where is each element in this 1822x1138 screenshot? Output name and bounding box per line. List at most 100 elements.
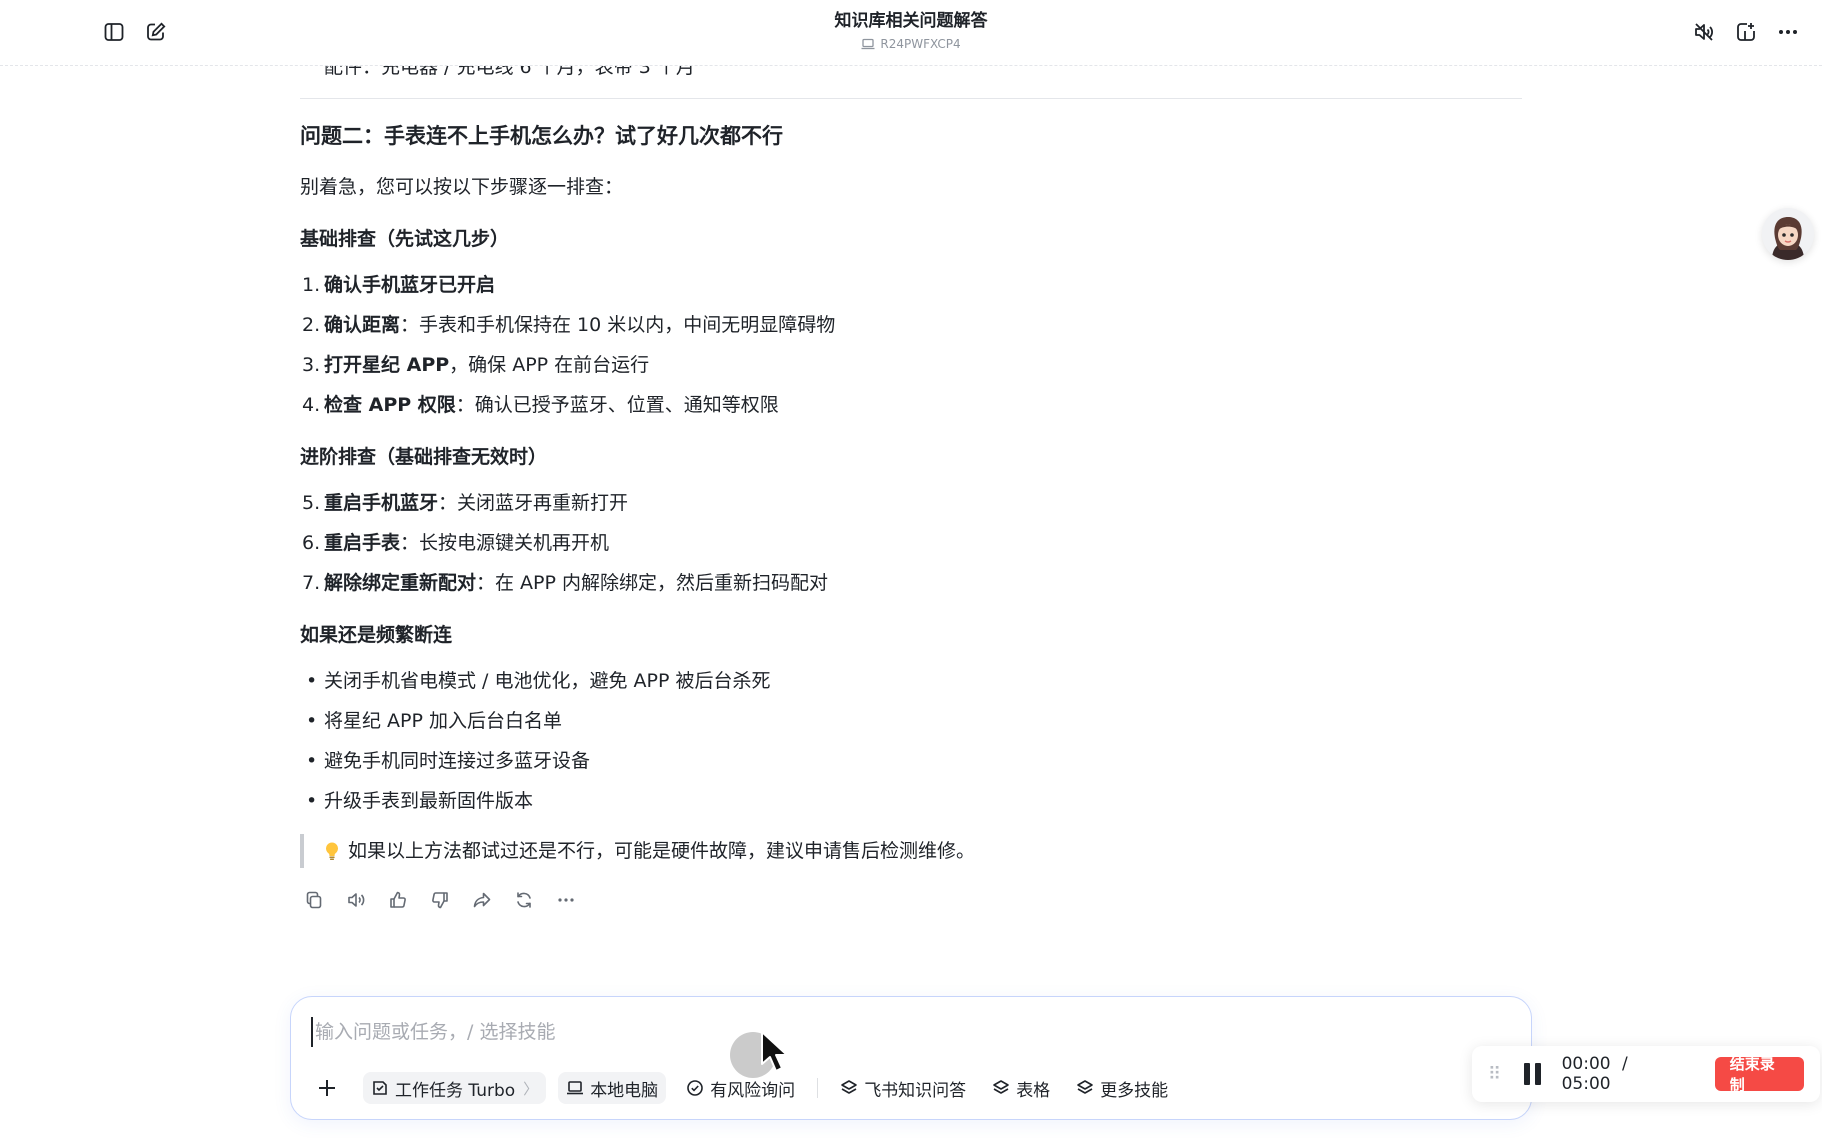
list-number: 6. [302,532,321,554]
list-number: 7. [302,572,321,594]
list-item: 5. 重启手机蓝牙：关闭蓝牙再重新打开 [300,490,1522,516]
total-time: 05:00 [1561,1074,1611,1094]
screen-recorder: ⠿ 00:00 / 05:00 结束录制 [1472,1046,1820,1102]
window-add-icon [1735,21,1757,43]
bullet-text: 关闭手机省电模式 / 电池优化，避免 APP 被后台杀死 [324,670,771,692]
list-item-bold: 重启手机蓝牙 [324,492,439,514]
chat-input-box: 工作任务 Turbo 〉 本地电脑 有风险询问 飞书知识问答 表格 [290,996,1532,1120]
skill-kb-label: 飞书知识问答 [864,1080,967,1101]
pause-icon-bar [1524,1063,1531,1085]
list-item-text: ：在 APP 内解除绑定，然后重新扫码配对 [476,572,829,594]
read-aloud-icon[interactable] [346,890,366,910]
device-id: R24PWFXCP4 [880,37,961,51]
more-options-button[interactable] [1774,18,1802,46]
intro-text: 别着急，您可以按以下步骤逐一排查： [300,176,624,198]
bullet-item: 将星纪 APP 加入后台白名单 [300,708,1522,734]
top-bar: 知识库相关问题解答 R24PWFXCP4 [0,0,1822,66]
assistant-avatar[interactable] [1762,208,1814,260]
risk-ask-label: 有风险询问 [710,1080,796,1101]
list-item-bold: 解除绑定重新配对 [324,572,477,594]
message-actions [300,890,1522,910]
list-number: 1. [302,274,321,296]
device-label: R24PWFXCP4 [861,36,961,52]
tip-quote: 如果以上方法都试过还是不行，可能是硬件故障，建议申请售后检测维修。 [300,834,1522,868]
bullet-text: 升级手表到最新固件版本 [324,790,534,812]
add-attachment-button[interactable] [313,1074,341,1102]
share-icon[interactable] [472,890,492,910]
recording-timer: 00:00 / 05:00 [1562,1054,1687,1094]
pause-recording-button[interactable] [1522,1063,1544,1085]
bullet-item: 关闭手机省电模式 / 电池优化，避免 APP 被后台杀死 [300,668,1522,694]
check-circle-icon [686,1079,704,1097]
task-icon [371,1079,389,1097]
pause-icon-bar [1535,1063,1542,1085]
skill-more-chip[interactable]: 更多技能 [1068,1072,1176,1104]
mute-button[interactable] [1690,18,1718,46]
thumbs-down-icon[interactable] [430,890,450,910]
chat-message: 配件：充电器 / 充电线 6 个月，表带 3 个月 问题二：手表连不上手机怎么办… [300,66,1522,910]
elapsed-time: 00:00 [1561,1054,1611,1074]
list-item-bold: 打开星纪 APP [324,354,450,376]
list-item-text: ，确保 APP 在前台运行 [449,354,650,376]
speaker-muted-icon [1693,21,1715,43]
list-number: 2. [302,314,321,336]
list-item-text: ：长按电源键关机再开机 [400,532,610,554]
bullet-text: 避免手机同时连接过多蓝牙设备 [324,750,591,772]
tip-text: 如果以上方法都试过还是不行，可能是硬件故障，建议申请售后检测维修。 [348,840,976,862]
bullet-dot [300,708,324,734]
list-item-text: ：关闭蓝牙再重新打开 [438,492,629,514]
skill-kb-chip[interactable]: 飞书知识问答 [832,1072,974,1104]
truncated-text: 配件：充电器 / 充电线 6 个月，表带 3 个月 [324,66,695,78]
bullet-item: 升级手表到最新固件版本 [300,788,1522,814]
lightbulb-icon [324,841,340,861]
plus-icon [317,1078,337,1098]
skill-more-label: 更多技能 [1100,1080,1169,1101]
bullet-dot [300,748,324,774]
toolbar-divider [817,1078,819,1098]
list-item: 3. 打开星纪 APP，确保 APP 在前台运行 [300,352,1522,378]
truncated-line: 配件：充电器 / 充电线 6 个月，表带 3 个月 [300,66,1522,90]
turbo-mode-chip[interactable]: 工作任务 Turbo 〉 [363,1072,547,1104]
share-window-button[interactable] [1732,18,1760,46]
thumbs-up-icon[interactable] [388,890,408,910]
divider [300,98,1522,99]
local-computer-label: 本地电脑 [590,1080,659,1101]
frequent-heading: 如果还是频繁断连 [300,624,453,646]
list-item-bold: 确认手机蓝牙已开启 [324,274,496,296]
chat-input[interactable] [311,1017,1491,1047]
copy-icon[interactable] [304,890,324,910]
page-title: 知识库相关问题解答 [834,11,988,31]
time-separator: / [1622,1054,1628,1074]
bullet-item: 避免手机同时连接过多蓝牙设备 [300,748,1522,774]
drag-handle-icon[interactable]: ⠿ [1488,1064,1502,1085]
more-actions-icon[interactable] [556,890,576,910]
list-number: 5. [302,492,321,514]
list-item: 7. 解除绑定重新配对：在 APP 内解除绑定，然后重新扫码配对 [300,570,1522,596]
list-number: 4. [302,394,321,416]
chevron-right-icon: 〉 [523,1079,539,1098]
list-item-bold: 确认距离 [324,314,401,336]
list-item: 1. 确认手机蓝牙已开启 [300,272,1522,298]
list-item-text: ：手表和手机保持在 10 米以内，中间无明显障碍物 [400,314,836,336]
regenerate-icon[interactable] [514,890,534,910]
list-item: 4. 检查 APP 权限：确认已授予蓝牙、位置、通知等权限 [300,392,1522,418]
basic-heading: 基础排查（先试这几步） [300,228,510,250]
list-item-bold: 检查 APP 权限 [324,394,456,416]
bullet-dot [300,788,324,814]
skill-table-label: 表格 [1016,1080,1051,1101]
bullet-dot [300,668,324,694]
layers-icon [840,1079,858,1097]
skill-table-chip[interactable]: 表格 [984,1072,1058,1104]
list-number: 3. [302,354,321,376]
bullet-text: 将星纪 APP 加入后台白名单 [324,710,562,732]
laptop-icon [861,38,875,50]
turbo-label: 工作任务 Turbo [395,1080,516,1101]
more-horizontal-icon [1777,21,1799,43]
advanced-heading: 进阶排查（基础排查无效时） [300,446,548,468]
list-item: 2. 确认距离：手表和手机保持在 10 米以内，中间无明显障碍物 [300,312,1522,338]
stop-recording-button[interactable]: 结束录制 [1714,1055,1805,1094]
list-item-text: ：确认已授予蓝牙、位置、通知等权限 [455,394,779,416]
local-computer-chip[interactable]: 本地电脑 [558,1072,667,1104]
list-item: 6. 重启手表：长按电源键关机再开机 [300,530,1522,556]
laptop-icon [566,1080,584,1096]
